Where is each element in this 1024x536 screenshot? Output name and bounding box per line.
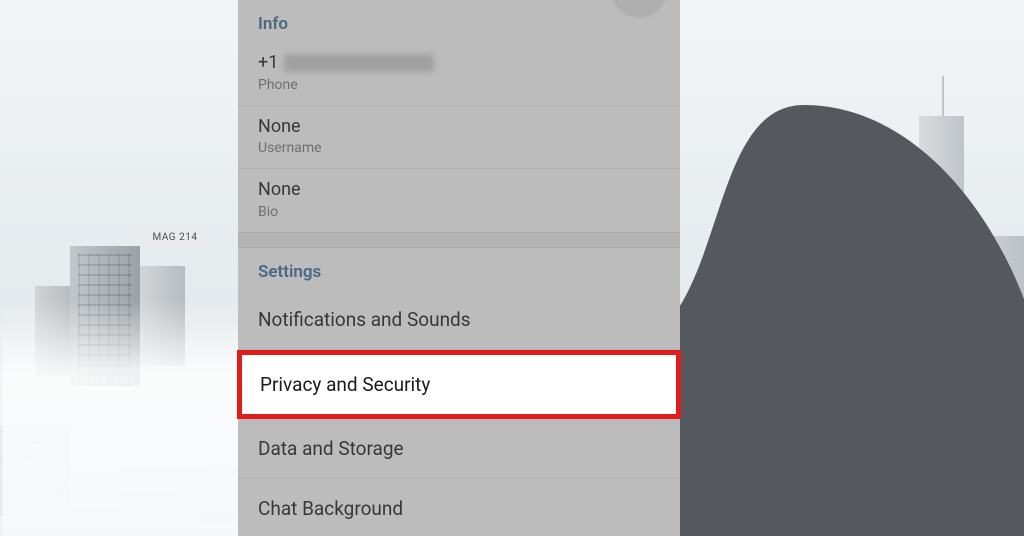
settings-panel: Info +1 Phone None Username None Bio Set… [238,0,680,536]
settings-item-chat-bg[interactable]: Chat Background [238,479,680,536]
bio-value: None [258,179,660,202]
settings-item-data[interactable]: Data and Storage [238,419,680,479]
username-row[interactable]: None Username [238,106,680,170]
phone-row[interactable]: +1 Phone [238,42,680,106]
phone-prefix: +1 [258,52,278,75]
bio-row[interactable]: None Bio [238,169,680,232]
username-label: Username [258,140,660,156]
building-sign: MAG 214 [142,226,208,248]
settings-item-privacy-wrap: Privacy and Security [237,350,681,419]
username-value: None [258,116,660,139]
section-divider [238,232,680,248]
settings-item-privacy[interactable]: Privacy and Security [237,350,681,419]
phone-label: Phone [258,77,660,93]
info-header: Info [238,0,680,42]
settings-header: Settings [238,248,680,290]
stage: MAG 214 Info +1 Phone None Usern [0,0,1024,536]
settings-item-notifications[interactable]: Notifications and Sounds [238,290,680,350]
bio-label: Bio [258,204,660,220]
phone-redacted [284,54,434,72]
